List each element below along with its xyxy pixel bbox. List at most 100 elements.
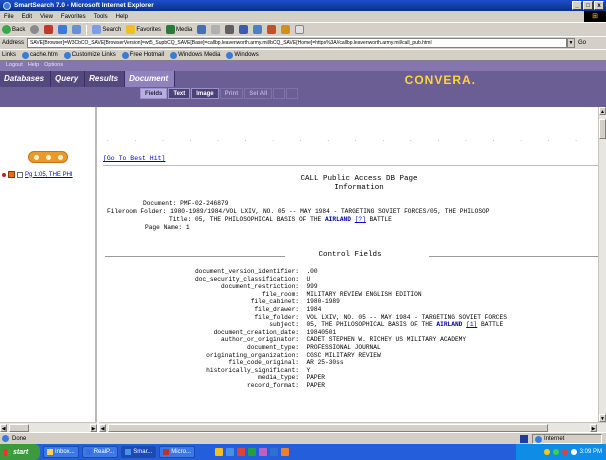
quick-launch-icon[interactable] xyxy=(247,448,256,456)
address-input[interactable]: SAVE[Browser]=W3CbCO_SAVE[BrowserVersion… xyxy=(27,38,568,48)
tray-icon[interactable] xyxy=(543,449,550,455)
left-horizontal-scrollbar[interactable]: ◀ ▶ xyxy=(0,422,97,432)
vertical-scrollbar[interactable]: ▲ ▼ xyxy=(598,107,606,422)
tab-databases[interactable]: Databases xyxy=(0,71,52,87)
link-cache[interactable]: cache.htm xyxy=(22,51,58,59)
hit-navigation-control[interactable] xyxy=(28,151,68,163)
document-pane: .................. [Go To Best Hit] CALL… xyxy=(99,107,606,422)
start-button[interactable]: start xyxy=(0,444,40,460)
go-button[interactable]: Go xyxy=(578,40,586,46)
scroll-left-icon[interactable]: ◀ xyxy=(0,424,7,432)
tab-query[interactable]: Query xyxy=(51,71,86,87)
menu-favorites[interactable]: Favorites xyxy=(61,14,86,20)
go-to-best-hit-link[interactable]: [Go To Best Hit] xyxy=(103,155,165,162)
tab-image[interactable]: Image xyxy=(191,88,219,99)
quick-launch-icon[interactable] xyxy=(236,448,245,456)
tab-print[interactable]: Print xyxy=(219,88,244,99)
quick-launch xyxy=(214,448,289,456)
links-label: Links xyxy=(2,52,17,58)
link-customize[interactable]: Customize Links xyxy=(63,51,116,59)
taskbar-item-realplayer[interactable]: RealP... xyxy=(81,446,119,458)
menu-view[interactable]: View xyxy=(40,14,53,20)
tab-fields[interactable]: Fields xyxy=(140,88,168,99)
windows-flag-icon xyxy=(4,448,11,456)
link-hotmail[interactable]: Free Hotmail xyxy=(121,51,164,59)
taskbar-item-microsoft[interactable]: Micro... xyxy=(159,446,195,458)
messenger-button[interactable] xyxy=(267,25,277,34)
quick-launch-icon[interactable] xyxy=(258,448,267,456)
clock[interactable]: 3:09 PM xyxy=(580,449,602,455)
menu-edit[interactable]: Edit xyxy=(22,14,32,20)
media-button[interactable]: Media xyxy=(166,25,192,34)
stop-button[interactable] xyxy=(44,25,54,34)
quick-launch-icon[interactable] xyxy=(214,448,223,456)
extra-button[interactable] xyxy=(295,25,305,34)
prev-hit-icon[interactable] xyxy=(34,155,39,160)
right-horizontal-scrollbar[interactable]: ◀ ▶ xyxy=(99,422,606,432)
address-dropdown-icon[interactable]: ▼ xyxy=(567,38,576,48)
print-button[interactable] xyxy=(225,25,235,34)
search-button[interactable]: Search xyxy=(92,25,121,34)
tray-icon[interactable] xyxy=(570,449,577,455)
taskbar-item-smartsearch[interactable]: Smar... xyxy=(121,446,157,458)
favorites-button[interactable]: Favorites xyxy=(126,25,161,34)
hit-reference-link[interactable]: [1] xyxy=(466,321,477,328)
scroll-right-icon[interactable]: ▶ xyxy=(590,424,597,432)
separator-dot: . xyxy=(382,137,385,143)
document-icon[interactable] xyxy=(8,171,15,178)
quick-launch-icon[interactable] xyxy=(280,448,289,456)
control-field-label: file_cabinet: xyxy=(250,298,299,306)
left-horizontal-thumb[interactable] xyxy=(9,424,29,432)
tray-icon[interactable] xyxy=(561,449,568,455)
taskbar-item-label: RealP... xyxy=(93,449,115,455)
back-button[interactable]: Back xyxy=(2,25,25,34)
scroll-left-icon[interactable]: ◀ xyxy=(99,424,106,432)
tray-icon[interactable] xyxy=(552,449,559,455)
hit-checkbox[interactable] xyxy=(17,171,23,178)
scroll-down-icon[interactable]: ▼ xyxy=(599,414,606,422)
next-hit-icon[interactable] xyxy=(58,155,63,160)
help-link[interactable]: Help xyxy=(28,62,39,68)
home-button[interactable] xyxy=(72,25,82,34)
top-divider xyxy=(103,165,601,166)
maximize-button[interactable]: □ xyxy=(583,1,593,10)
window-title: SmartSearch 7.0 - Microsoft Internet Exp… xyxy=(14,2,154,9)
menu-help[interactable]: Help xyxy=(116,14,128,20)
control-field-label: document_version_identifier: xyxy=(195,268,299,275)
tab-document[interactable]: Document xyxy=(125,71,176,87)
address-label: Address xyxy=(2,40,25,46)
discuss-button[interactable] xyxy=(253,25,263,34)
control-field-label: file_folder: xyxy=(254,313,299,321)
quick-launch-icon[interactable] xyxy=(225,448,234,456)
vertical-scroll-thumb[interactable] xyxy=(599,119,606,139)
hit-reference-link[interactable]: [?] xyxy=(355,216,366,223)
edit-button[interactable] xyxy=(239,25,249,34)
mail-button[interactable] xyxy=(211,25,221,34)
forward-button[interactable] xyxy=(30,25,40,34)
tab-text[interactable]: Text xyxy=(168,88,191,99)
minimize-button[interactable]: _ xyxy=(572,1,582,10)
logout-link[interactable]: Logout xyxy=(6,62,23,68)
security-zone: Internet xyxy=(532,434,602,444)
hit-link[interactable]: Pg 1:05, THE PHI xyxy=(25,172,73,178)
close-button[interactable]: x xyxy=(594,1,604,10)
scroll-right-icon[interactable]: ▶ xyxy=(90,424,97,432)
tab-results[interactable]: Results xyxy=(85,71,126,87)
quick-launch-icon[interactable] xyxy=(269,448,278,456)
link-windows-media[interactable]: Windows Media xyxy=(170,51,220,59)
menu-file[interactable]: File xyxy=(4,14,14,20)
link-windows[interactable]: Windows xyxy=(226,51,259,59)
control-field-value: AR 25-30ss xyxy=(306,359,344,367)
refresh-button[interactable] xyxy=(58,25,68,34)
right-horizontal-thumb[interactable] xyxy=(108,424,548,432)
office-icon xyxy=(163,449,170,455)
menu-tools[interactable]: Tools xyxy=(94,14,108,20)
info-label: Fileroom Folder: xyxy=(107,208,167,215)
research-button[interactable] xyxy=(281,25,291,34)
options-link[interactable]: Options xyxy=(44,62,63,68)
tab-sel-all[interactable]: Sel All xyxy=(244,88,273,99)
separator-dot: . xyxy=(410,137,412,143)
taskbar-item-inbox[interactable]: Inbox... xyxy=(43,446,79,458)
history-button[interactable] xyxy=(197,25,207,34)
scroll-up-icon[interactable]: ▲ xyxy=(599,107,606,115)
